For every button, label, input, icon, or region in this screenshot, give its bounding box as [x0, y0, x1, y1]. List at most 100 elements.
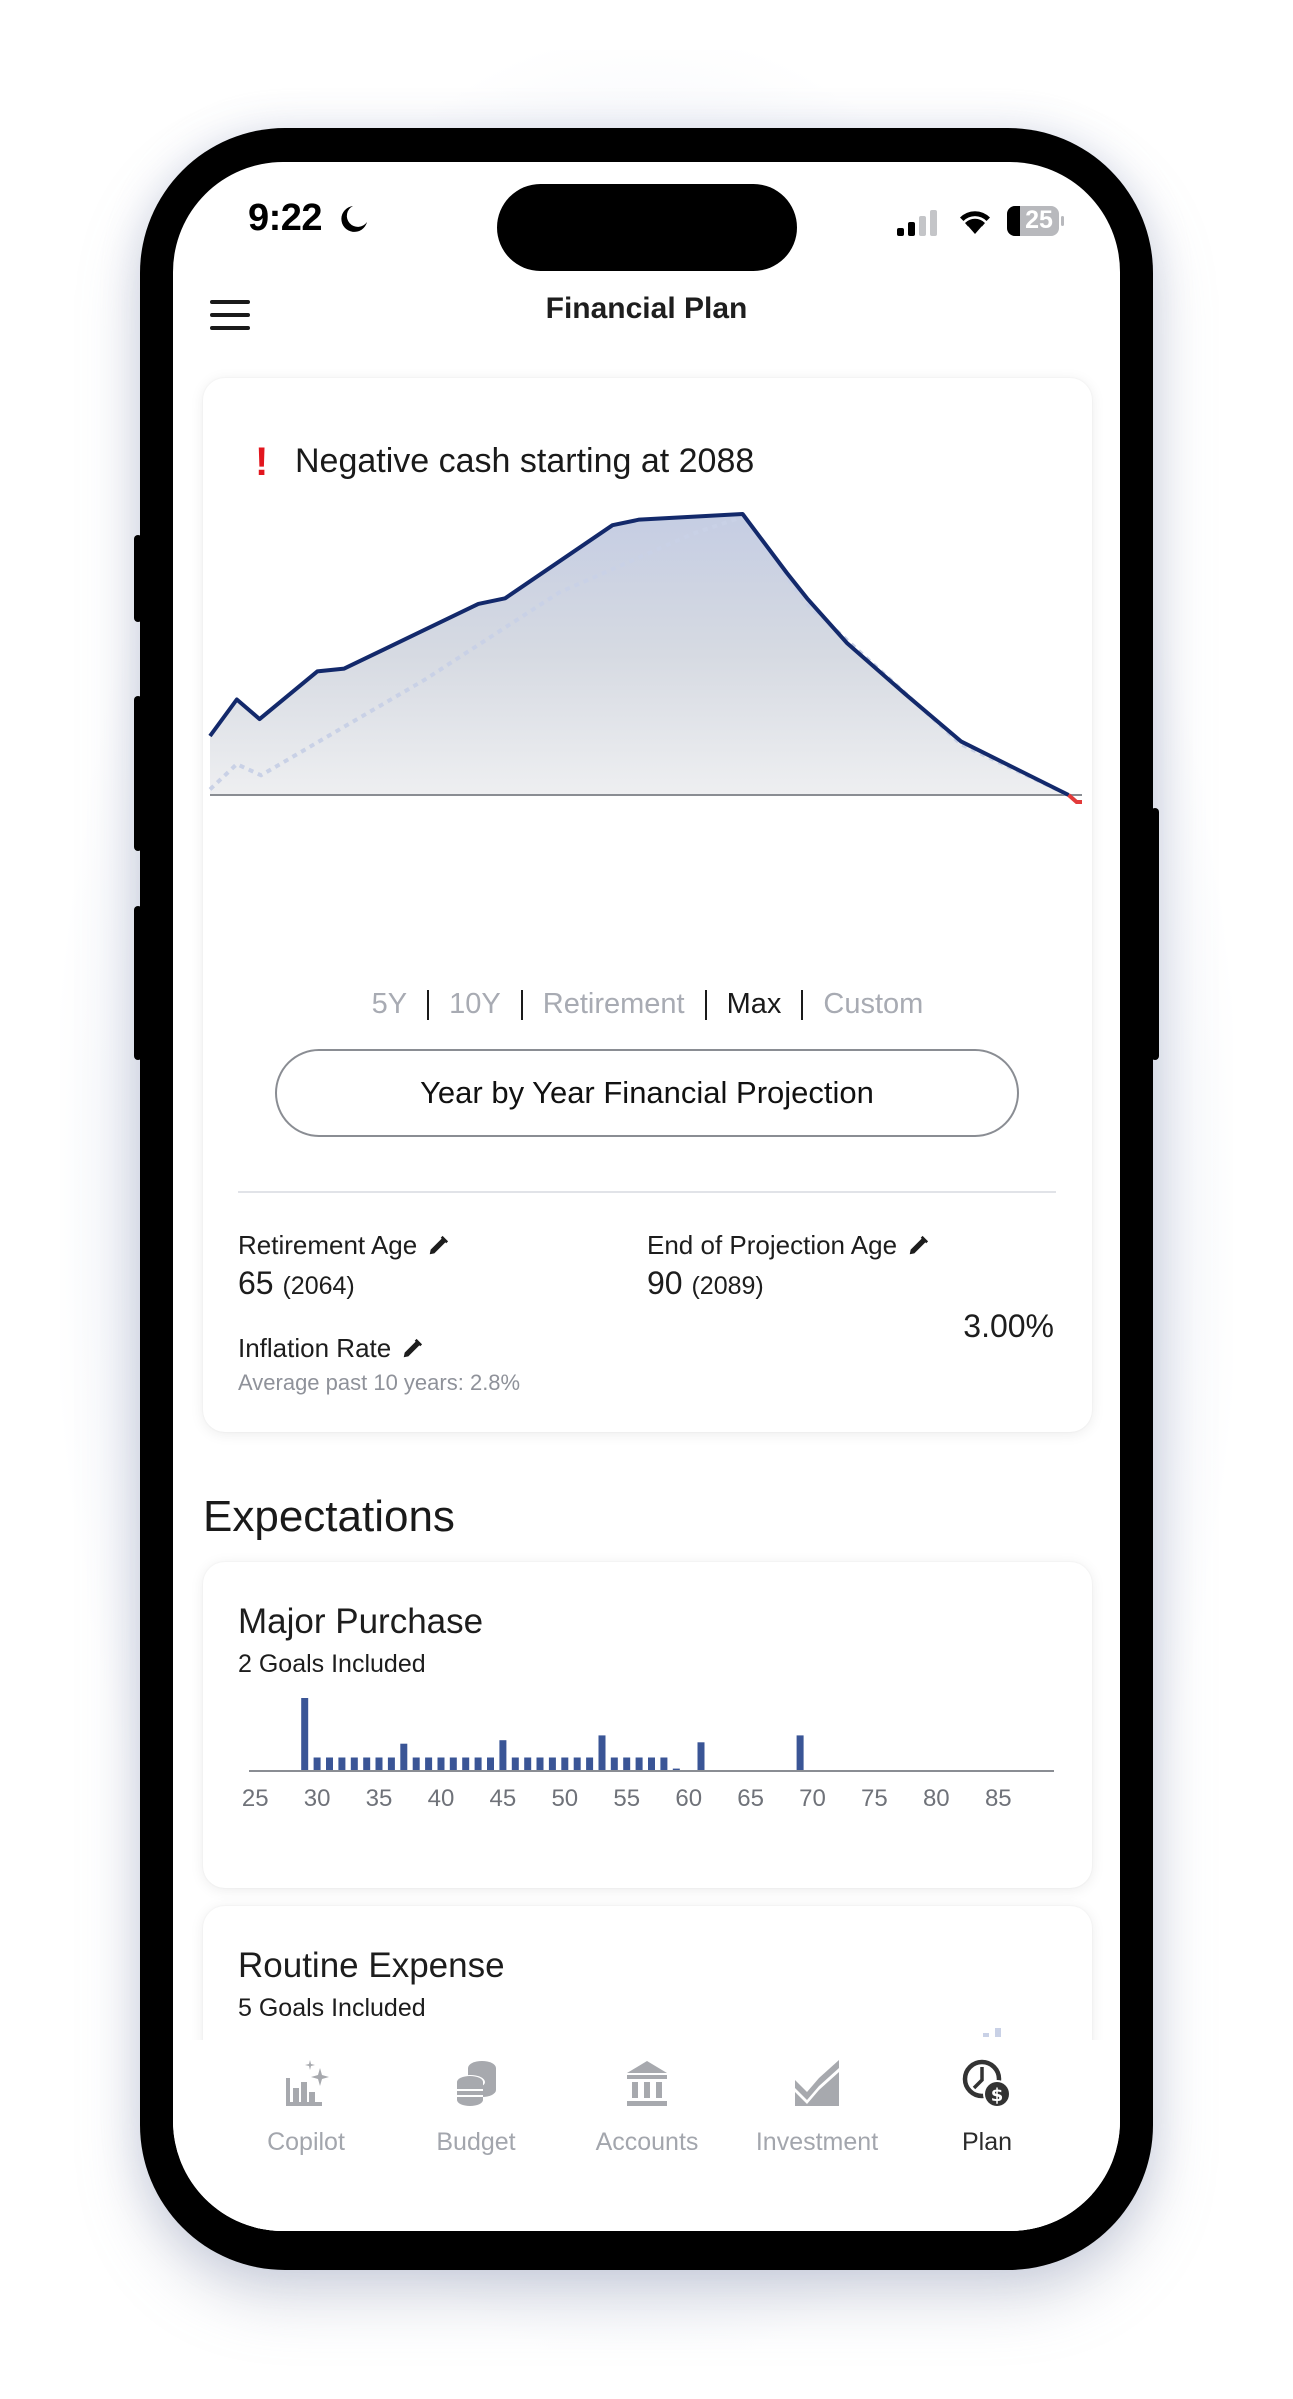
copilot-chart-sparkle-icon — [286, 2060, 329, 2106]
end-of-projection-age-label: End of Projection Age — [647, 1230, 898, 1260]
routine-expense-chart-peek — [983, 2028, 1001, 2037]
retirement-age-field[interactable]: Retirement Age — [238, 1230, 449, 1261]
bar-age-54 — [610, 1757, 618, 1770]
wifi-icon — [960, 211, 990, 234]
card-title: Routine Expense — [238, 1946, 505, 1985]
bar-age-38 — [412, 1757, 420, 1770]
retirement-age-value: 65 (2064) — [238, 1265, 355, 1302]
bar-age-48 — [536, 1757, 544, 1770]
x-tick-label: 30 — [304, 1785, 331, 1812]
x-tick-label: 50 — [551, 1785, 578, 1812]
expectation-card-major-purchase[interactable]: Major Purchase 2 Goals Included 25 30 35 40… — [203, 1562, 1092, 1888]
warning-icon: ! — [255, 440, 269, 484]
volume-up-button — [134, 696, 142, 851]
bar-age-61 — [697, 1742, 705, 1770]
edit-pencil-icon[interactable] — [427, 1235, 449, 1257]
x-tick-label: 25 — [242, 1785, 269, 1812]
range-tab-max[interactable]: Max — [707, 988, 802, 1021]
bar-age-31 — [326, 1757, 333, 1770]
bar-age-55 — [623, 1757, 631, 1770]
projection-card: ! Negative cash starting at 2088 5Y 10Y Re… — [203, 378, 1092, 1432]
range-tab-5y[interactable]: 5Y — [352, 988, 427, 1021]
edit-pencil-icon[interactable] — [401, 1338, 423, 1360]
inflation-rate-value: 3.00% — [963, 1308, 1054, 1344]
end-of-projection-age-field[interactable]: End of Projection Age — [647, 1230, 929, 1261]
volume-down-button — [134, 906, 142, 1060]
nav-label: Budget — [436, 2128, 516, 2156]
x-tick-label: 35 — [366, 1785, 393, 1812]
battery-indicator: 25 — [1006, 205, 1066, 237]
bar-age-40 — [437, 1757, 445, 1770]
nav-label: Investment — [755, 2128, 879, 2156]
bar-age-37 — [400, 1743, 408, 1770]
inflation-rate-label: Inflation Rate — [238, 1333, 392, 1363]
investment-area-chart-icon — [795, 2060, 839, 2106]
nav-item-copilot[interactable]: Copilot — [226, 2058, 386, 2157]
signal-bar — [897, 228, 904, 236]
x-tick-label: 40 — [428, 1785, 455, 1812]
bar-age-36 — [387, 1757, 395, 1770]
power-button — [1151, 808, 1159, 1060]
inflation-rate-field[interactable]: Inflation Rate — [238, 1333, 423, 1364]
bar-age-51 — [573, 1757, 581, 1770]
range-tab-retirement[interactable]: Retirement — [523, 988, 705, 1021]
bar-age-49 — [548, 1757, 556, 1770]
dynamic-island — [497, 184, 797, 271]
expectations-heading: Expectations — [203, 1492, 455, 1541]
end-age-number: 90 — [647, 1265, 683, 1301]
x-tick-label: 80 — [923, 1785, 950, 1812]
signal-bar — [930, 210, 937, 236]
bar-age-30 — [313, 1757, 321, 1770]
phone-screen: 9:22 25 Financial Plan ! Negative cash s… — [173, 162, 1120, 2231]
bar-age-50 — [561, 1757, 569, 1770]
bank-icon — [627, 2061, 667, 2106]
signal-icon — [897, 210, 937, 236]
signal-bar — [908, 222, 915, 236]
bottom-nav: Copilot Budget Accounts Investment $ Pla… — [173, 2040, 1120, 2231]
bar-age-41 — [449, 1757, 457, 1770]
range-tabs: 5Y 10Y Retirement Max Custom — [203, 988, 1092, 1021]
bar-age-33 — [350, 1757, 358, 1770]
nav-item-accounts[interactable]: Accounts — [567, 2058, 727, 2157]
negative-cash-segment — [1067, 793, 1082, 804]
retirement-age-number: 65 — [238, 1265, 274, 1301]
bar-age-58 — [660, 1757, 668, 1770]
x-tick-label: 85 — [985, 1785, 1012, 1812]
bar-age-53 — [598, 1735, 606, 1770]
nav-label: Copilot — [267, 2128, 345, 2156]
x-tick-label: 75 — [861, 1785, 888, 1812]
x-tick-label: 70 — [799, 1785, 826, 1812]
major-purchase-bar-chart: 25 30 35 40 45 50 55 60 65 70 75 80 85 — [242, 1698, 1054, 1812]
end-of-projection-age-value: 90 (2089) — [647, 1265, 764, 1302]
bar-age-59 — [672, 1768, 680, 1770]
bar-age-44 — [487, 1757, 494, 1770]
warning-text: Negative cash starting at 2088 — [295, 442, 755, 480]
range-tab-custom[interactable]: Custom — [803, 988, 943, 1021]
nav-item-plan[interactable]: $ Plan — [907, 2058, 1067, 2157]
goals-count: 5 Goals Included — [238, 1994, 426, 2022]
projection-chart[interactable] — [203, 498, 1092, 968]
divider — [238, 1191, 1056, 1193]
bar-age-45 — [499, 1740, 507, 1770]
goals-count: 2 Goals Included — [238, 1650, 426, 1678]
edit-pencil-icon[interactable] — [907, 1235, 929, 1257]
coins-stack-icon — [455, 2061, 496, 2106]
x-tick-label: 65 — [737, 1785, 764, 1812]
retirement-year: (2064) — [282, 1272, 355, 1300]
end-year: (2089) — [691, 1272, 764, 1300]
year-by-year-projection-button[interactable]: Year by Year Financial Projection — [275, 1049, 1019, 1137]
nav-item-budget[interactable]: Budget — [396, 2058, 556, 2157]
range-tab-10y[interactable]: 10Y — [429, 988, 521, 1021]
signal-bar — [919, 216, 926, 236]
bar-age-52 — [586, 1757, 594, 1770]
battery-level: 25 — [1025, 206, 1053, 234]
x-tick-label: 45 — [490, 1785, 517, 1812]
bar-age-39 — [425, 1757, 433, 1770]
bar-age-29 — [301, 1698, 309, 1770]
inflation-average-note: Average past 10 years: 2.8% — [238, 1370, 521, 1395]
bar-age-35 — [375, 1757, 383, 1770]
nav-item-investment[interactable]: Investment — [737, 2058, 897, 2157]
page-title: Financial Plan — [545, 292, 748, 325]
action-button — [134, 535, 142, 622]
bar-age-34 — [363, 1757, 371, 1770]
